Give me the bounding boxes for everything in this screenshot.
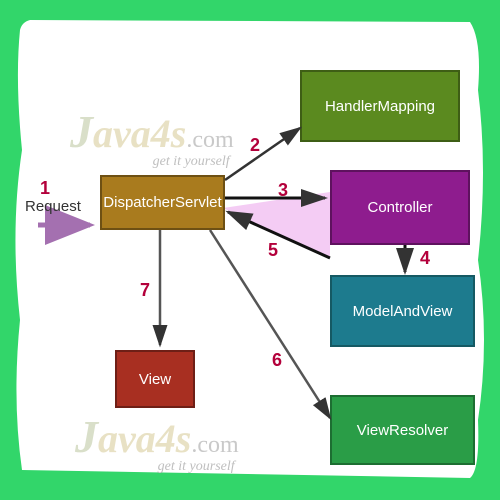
watermark-rest: ava4s <box>93 111 186 156</box>
box-label: HandlerMapping <box>325 98 435 115</box>
step-5: 5 <box>268 240 278 261</box>
diagram-frame: Java4s.com get it yourself Java4s.com ge… <box>0 0 500 500</box>
watermark-tld: .com <box>191 432 238 458</box>
box-label: Controller <box>367 199 432 216</box>
step-4: 4 <box>420 248 430 269</box>
watermark-j: J <box>70 106 93 157</box>
box-model-and-view: ModelAndView <box>330 275 475 347</box>
step-1: 1 <box>40 178 50 199</box>
watermark-tld: .com <box>186 127 233 153</box>
box-label: ModelAndView <box>353 303 453 320</box>
box-label: ViewResolver <box>357 422 448 439</box>
box-view: View <box>115 350 195 408</box>
box-dispatcher-servlet: DispatcherServlet <box>100 175 225 230</box>
box-label: View <box>139 371 171 388</box>
box-handler-mapping: HandlerMapping <box>300 70 460 142</box>
watermark-tagline: get it yourself <box>70 154 234 170</box>
arrow-5 <box>228 212 330 258</box>
request-label: Request <box>25 198 81 215</box>
watermark-j: J <box>75 411 98 462</box>
step-7: 7 <box>140 280 150 301</box>
step-3: 3 <box>278 180 288 201</box>
box-view-resolver: ViewResolver <box>330 395 475 465</box>
watermark-bottom: Java4s.com get it yourself <box>75 410 239 475</box>
box-controller: Controller <box>330 170 470 245</box>
box-label: DispatcherServlet <box>103 194 221 211</box>
step-2: 2 <box>250 135 260 156</box>
step-6: 6 <box>272 350 282 371</box>
watermark-top: Java4s.com get it yourself <box>70 105 234 170</box>
arrow-2 <box>225 128 300 180</box>
watermark-tagline: get it yourself <box>75 459 239 475</box>
watermark-rest: ava4s <box>98 416 191 461</box>
